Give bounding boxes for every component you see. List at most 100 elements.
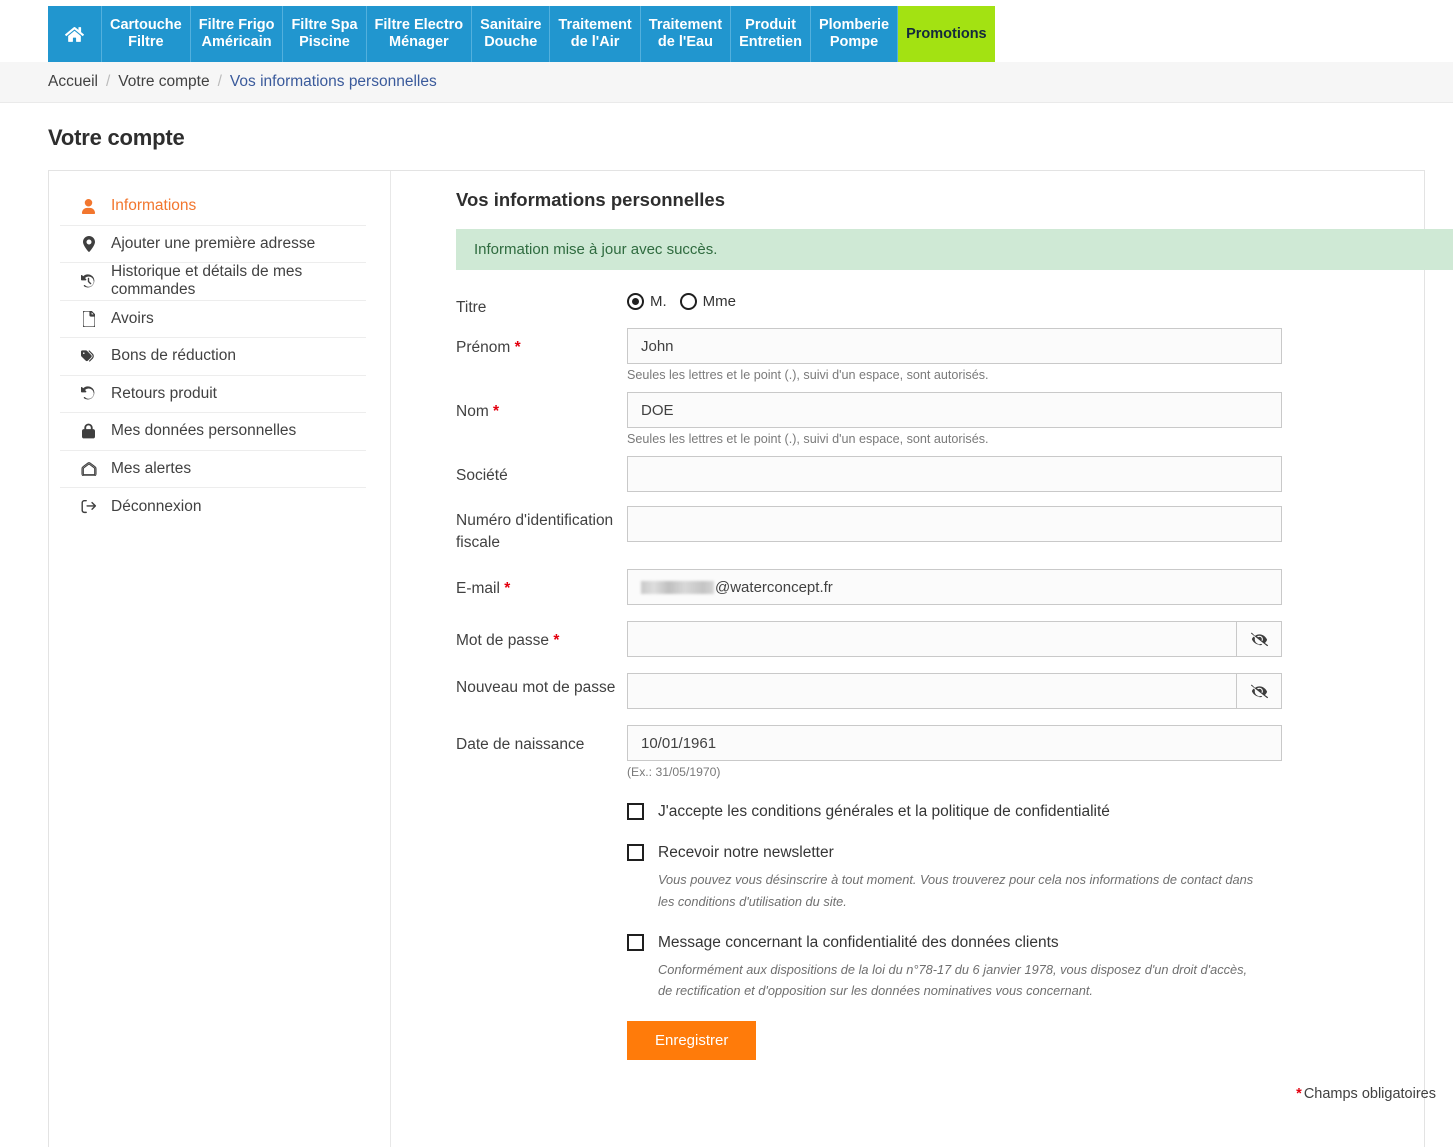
breadcrumb: Accueil / Votre compte / Vos information… bbox=[0, 62, 1453, 103]
fiscal-input[interactable] bbox=[627, 506, 1282, 542]
sidebar-item-historique[interactable]: Historique et détails de mes commandes bbox=[60, 263, 366, 301]
eye-slash-icon[interactable] bbox=[1236, 621, 1282, 657]
tags-icon bbox=[79, 349, 98, 363]
field-row-new-password: Nouveau mot de passe bbox=[456, 673, 1453, 709]
label-email-text: E-mail bbox=[456, 580, 500, 597]
breadcrumb-separator: / bbox=[218, 73, 222, 91]
checkbox-privacy[interactable] bbox=[627, 934, 644, 951]
radio-option-monsieur[interactable]: M. bbox=[627, 293, 667, 310]
password-input[interactable] bbox=[627, 621, 1236, 657]
account-sidebar: Informations Ajouter une première adress… bbox=[49, 171, 390, 1147]
nav-item-promotions[interactable]: Promotions bbox=[898, 6, 995, 62]
nom-hint: Seules les lettres et le point (.), suiv… bbox=[627, 432, 1453, 446]
nav-item-5[interactable]: Sanitaire Douche bbox=[472, 6, 550, 62]
checkbox-row-newsletter: Recevoir notre newsletter Vous pouvez vo… bbox=[627, 842, 1453, 911]
nom-input[interactable]: DOE bbox=[627, 392, 1282, 428]
breadcrumb-account[interactable]: Votre compte bbox=[118, 73, 209, 91]
sidebar-item-avoirs[interactable]: Avoirs bbox=[60, 301, 366, 339]
undo-icon bbox=[79, 386, 98, 401]
eye-slash-icon[interactable] bbox=[1236, 673, 1282, 709]
sidebar-item-ajouter-adresse[interactable]: Ajouter une première adresse bbox=[60, 226, 366, 264]
page-title: Votre compte bbox=[0, 103, 1453, 151]
checkbox-privacy-label: Message concernant la confidentialité de… bbox=[658, 932, 1258, 953]
nav-item-home[interactable] bbox=[48, 6, 102, 62]
label-societe: Société bbox=[456, 456, 627, 486]
sidebar-item-label: Retours produit bbox=[111, 385, 217, 403]
email-redaction bbox=[641, 581, 714, 594]
sidebar-item-label: Ajouter une première adresse bbox=[111, 235, 315, 253]
success-alert: Information mise à jour avec succès. bbox=[456, 229, 1453, 270]
required-marker: * bbox=[553, 632, 559, 649]
map-marker-icon bbox=[79, 236, 98, 252]
field-row-nom: Nom * DOE Seules les lettres et le point… bbox=[456, 392, 1453, 446]
label-new-password: Nouveau mot de passe bbox=[456, 673, 627, 698]
field-row-titre: Titre M. Mme bbox=[456, 288, 1453, 318]
field-row-fiscal: Numéro d'identification fiscale bbox=[456, 506, 1453, 553]
label-fiscal: Numéro d'identification fiscale bbox=[456, 506, 627, 553]
email-domain-text: @waterconcept.fr bbox=[715, 579, 833, 596]
sidebar-item-deconnexion[interactable]: Déconnexion bbox=[60, 488, 366, 526]
required-marker: * bbox=[1296, 1086, 1302, 1102]
label-nom-text: Nom bbox=[456, 403, 489, 420]
home-icon bbox=[65, 8, 84, 60]
main-navigation: Cartouche Filtre Filtre Frigo Américain … bbox=[0, 0, 1453, 62]
lock-icon bbox=[79, 423, 98, 439]
checkbox-newsletter[interactable] bbox=[627, 844, 644, 861]
save-button[interactable]: Enregistrer bbox=[627, 1021, 756, 1060]
radio-monsieur-label: M. bbox=[650, 293, 667, 310]
envelope-open-icon bbox=[79, 462, 98, 476]
field-row-prenom: Prénom * John Seules les lettres et le p… bbox=[456, 328, 1453, 382]
radio-madame-input[interactable] bbox=[680, 293, 697, 310]
email-input[interactable]: @waterconcept.fr bbox=[627, 569, 1282, 605]
nav-item-4[interactable]: Filtre Electro Ménager bbox=[367, 6, 473, 62]
nav-item-8[interactable]: Produit Entretien bbox=[731, 6, 811, 62]
sidebar-item-label: Historique et détails de mes commandes bbox=[111, 263, 366, 299]
checkbox-terms-label: J'accepte les conditions générales et la… bbox=[658, 801, 1110, 822]
nav-item-9[interactable]: Plomberie Pompe bbox=[811, 6, 898, 62]
label-prenom-text: Prénom bbox=[456, 339, 510, 356]
required-marker: * bbox=[504, 580, 510, 597]
required-marker: * bbox=[515, 339, 521, 356]
prenom-input[interactable]: John bbox=[627, 328, 1282, 364]
checkbox-terms[interactable] bbox=[627, 803, 644, 820]
radio-monsieur-input[interactable] bbox=[627, 293, 644, 310]
radio-option-madame[interactable]: Mme bbox=[680, 293, 736, 310]
field-row-password: Mot de passe * bbox=[456, 621, 1453, 657]
field-row-birthdate: Date de naissance 10/01/1961 (Ex.: 31/05… bbox=[456, 725, 1453, 779]
required-marker: * bbox=[493, 403, 499, 420]
label-birthdate: Date de naissance bbox=[456, 725, 627, 755]
checkbox-row-privacy: Message concernant la confidentialité de… bbox=[627, 932, 1453, 1001]
field-row-email: E-mail * @waterconcept.fr bbox=[456, 569, 1453, 605]
submit-area: Enregistrer bbox=[627, 1007, 1453, 1060]
file-icon bbox=[79, 311, 98, 327]
label-password-text: Mot de passe bbox=[456, 632, 549, 649]
form-title: Vos informations personnelles bbox=[456, 189, 1453, 211]
breadcrumb-current[interactable]: Vos informations personnelles bbox=[230, 73, 437, 91]
societe-input[interactable] bbox=[627, 456, 1282, 492]
label-password: Mot de passe * bbox=[456, 621, 627, 651]
checkbox-privacy-description: Conformément aux dispositions de la loi … bbox=[658, 959, 1258, 1001]
sidebar-item-mes-alertes[interactable]: Mes alertes bbox=[60, 451, 366, 489]
sidebar-item-informations[interactable]: Informations bbox=[60, 188, 366, 226]
label-nom: Nom * bbox=[456, 392, 627, 422]
sidebar-item-retours-produit[interactable]: Retours produit bbox=[60, 376, 366, 414]
label-titre: Titre bbox=[456, 288, 627, 318]
sign-out-icon bbox=[79, 499, 98, 514]
birthdate-input[interactable]: 10/01/1961 bbox=[627, 725, 1282, 761]
nav-item-2[interactable]: Filtre Frigo Américain bbox=[191, 6, 284, 62]
sidebar-item-donnees-personnelles[interactable]: Mes données personnelles bbox=[60, 413, 366, 451]
nav-item-7[interactable]: Traitement de l'Eau bbox=[641, 6, 731, 62]
field-row-societe: Société bbox=[456, 456, 1453, 492]
sidebar-item-label: Mes alertes bbox=[111, 460, 191, 478]
sidebar-item-label: Déconnexion bbox=[111, 498, 201, 516]
breadcrumb-home[interactable]: Accueil bbox=[48, 73, 98, 91]
sidebar-item-bons-reduction[interactable]: Bons de réduction bbox=[60, 338, 366, 376]
nav-item-6[interactable]: Traitement de l'Air bbox=[550, 6, 640, 62]
prenom-hint: Seules les lettres et le point (.), suiv… bbox=[627, 368, 1453, 382]
nav-item-3[interactable]: Filtre Spa Piscine bbox=[283, 6, 366, 62]
birthdate-hint: (Ex.: 31/05/1970) bbox=[627, 765, 1453, 779]
new-password-input[interactable] bbox=[627, 673, 1236, 709]
checkbox-newsletter-description: Vous pouvez vous désinscrire à tout mome… bbox=[658, 869, 1258, 911]
personal-info-form: Vos informations personnelles Informatio… bbox=[390, 171, 1453, 1147]
nav-item-1[interactable]: Cartouche Filtre bbox=[102, 6, 191, 62]
